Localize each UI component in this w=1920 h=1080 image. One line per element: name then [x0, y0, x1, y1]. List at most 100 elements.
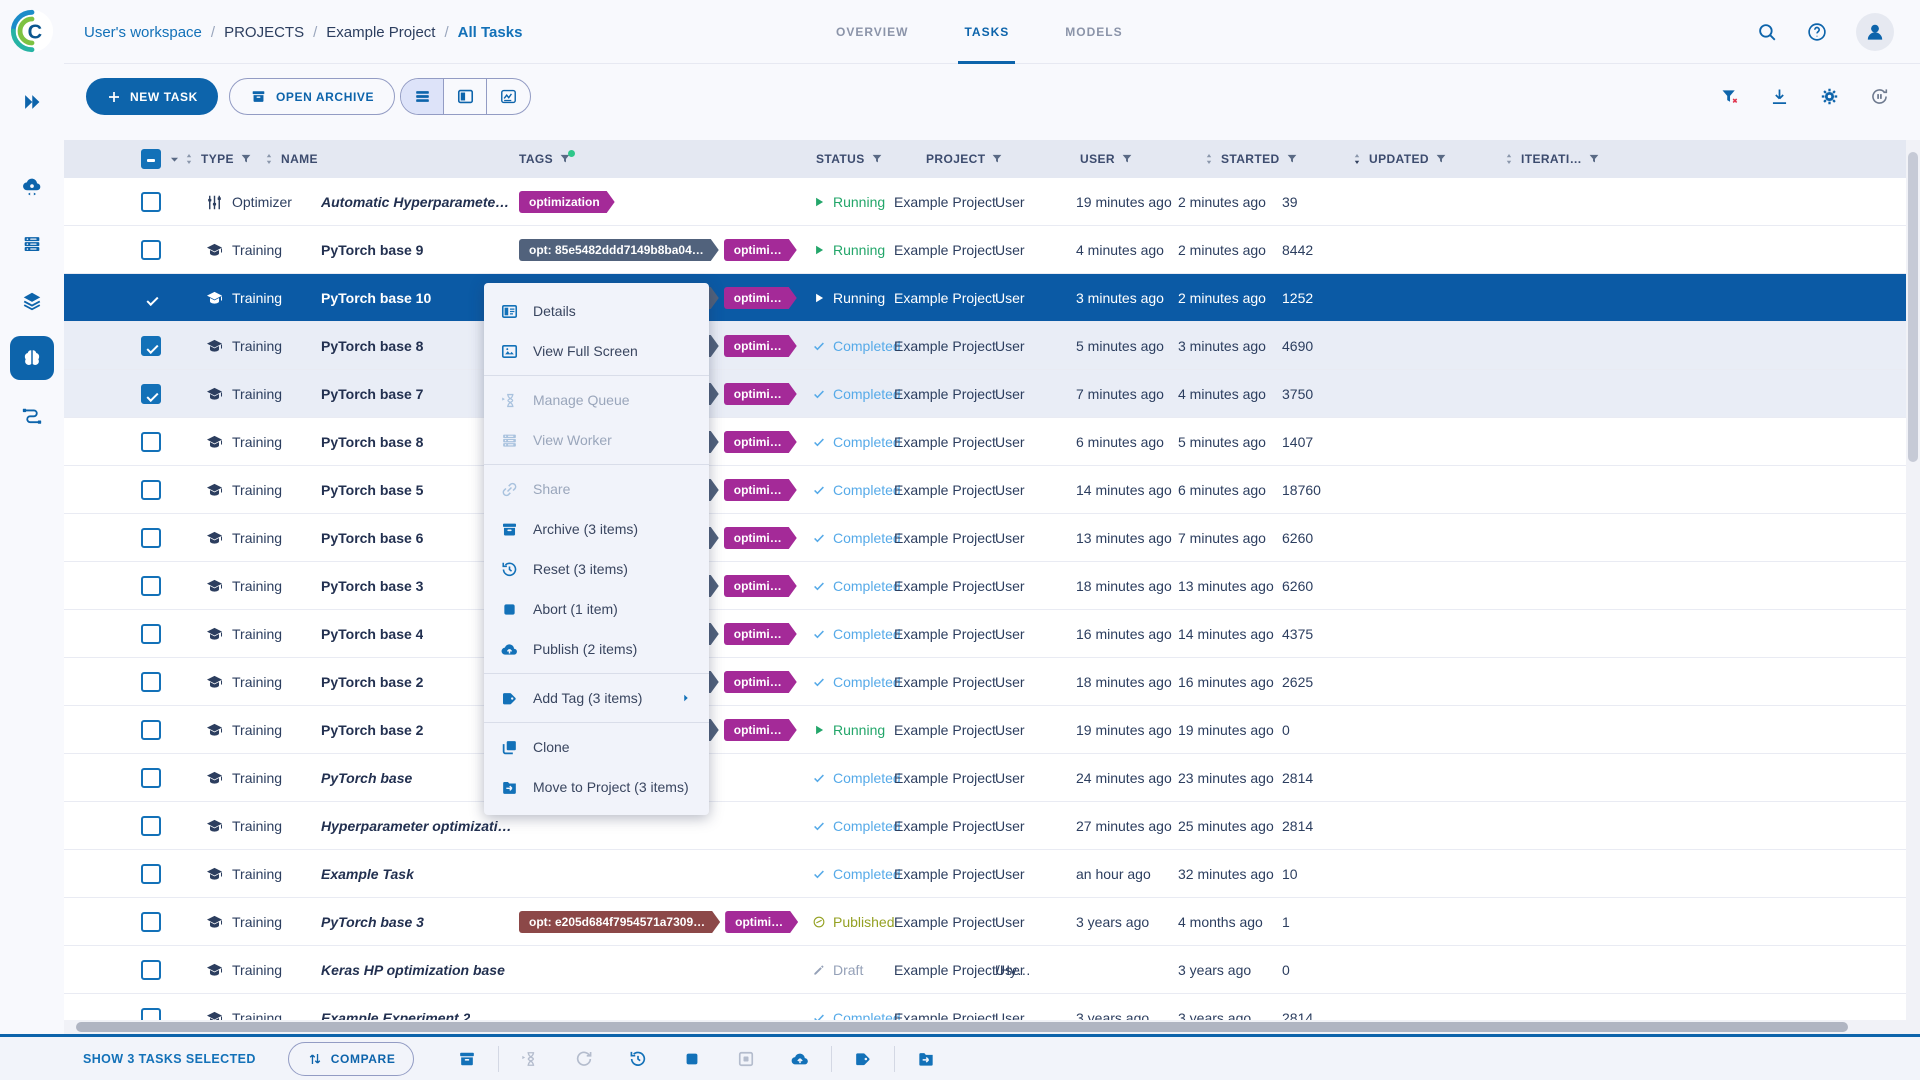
row-checkbox[interactable] [141, 816, 161, 836]
table-row[interactable]: Training Example Experiment 2 Completed Exa… [64, 994, 1920, 1020]
footer-action-move-to-project[interactable] [899, 1049, 953, 1069]
cell-task-name[interactable]: Automatic Hyperparamete… [321, 178, 509, 226]
cell-task-name[interactable]: PyTorch base 7 [321, 370, 423, 418]
cell-task-name[interactable]: Example Task [321, 850, 414, 898]
avatar[interactable] [1856, 13, 1894, 51]
sort-icon[interactable] [1350, 152, 1364, 166]
table-row[interactable]: Optimizer Automatic Hyperparamete… optimiz… [64, 178, 1920, 226]
table-row[interactable]: TrainingPyTorch base 8opt: 85e5482ddd714… [64, 418, 1920, 466]
breadcrumb-item[interactable]: User's workspace [84, 24, 202, 41]
footer-action-reset[interactable] [611, 1049, 665, 1069]
cell-task-name[interactable]: PyTorch base 3 [321, 898, 424, 946]
horizontal-scrollbar[interactable] [64, 1020, 1920, 1034]
row-checkbox[interactable] [141, 384, 161, 404]
row-checkbox[interactable] [141, 480, 161, 500]
cell-task-name[interactable]: PyTorch base 2 [321, 658, 423, 706]
cell-task-name[interactable]: PyTorch base 2 [321, 706, 423, 754]
cell-task-name[interactable]: PyTorch base 3 [321, 562, 423, 610]
footer-action-abort[interactable] [665, 1049, 719, 1069]
menu-item-publish-2-items[interactable]: Publish (2 items) [484, 629, 709, 669]
cell-task-name[interactable]: PyTorch base 4 [321, 610, 423, 658]
auto-refresh-icon[interactable] [1869, 86, 1890, 107]
filter-icon[interactable] [870, 152, 884, 166]
row-checkbox[interactable] [141, 576, 161, 596]
chart-view-button[interactable] [487, 79, 530, 114]
sidebar-item-datasets[interactable] [10, 279, 54, 323]
sort-icon[interactable] [182, 152, 196, 166]
sidebar-item-deploy[interactable] [10, 165, 54, 209]
search-icon[interactable] [1756, 21, 1778, 43]
cell-task-name[interactable]: PyTorch base 9 [321, 226, 423, 274]
sidebar-item-expand[interactable] [10, 80, 54, 124]
breadcrumb-item[interactable]: PROJECTS [224, 24, 304, 41]
menu-item-clone[interactable]: Clone [484, 727, 709, 767]
filter-icon[interactable] [990, 152, 1004, 166]
table-row[interactable]: TrainingPyTorch base 6opt: 85e5482ddd714… [64, 514, 1920, 562]
row-checkbox[interactable] [141, 192, 161, 212]
row-checkbox[interactable] [141, 912, 161, 932]
table-row[interactable]: TrainingPyTorch base 7opt: 85e5482ddd714… [64, 370, 1920, 418]
breadcrumb-item[interactable]: Example Project [326, 24, 435, 41]
table-row[interactable]: Training Keras HP optimization base Draft E… [64, 946, 1920, 994]
column-label-name[interactable]: NAME [281, 152, 318, 166]
menu-item-add-tag-3-items[interactable]: Add Tag (3 items) [484, 678, 709, 718]
sidebar-item-workers[interactable] [10, 222, 54, 266]
row-checkbox[interactable] [141, 432, 161, 452]
column-label-started[interactable]: STARTED [1221, 152, 1280, 166]
table-row[interactable]: TrainingPyTorch base 10opt: 85e5482ddd71… [64, 274, 1920, 322]
table-view-button[interactable] [401, 79, 444, 114]
filter-icon[interactable] [558, 150, 576, 166]
settings-icon[interactable] [1819, 86, 1840, 107]
row-checkbox[interactable] [141, 864, 161, 884]
menu-item-abort-1-item[interactable]: Abort (1 item) [484, 589, 709, 629]
tab-tasks[interactable]: TASKS [958, 0, 1016, 64]
table-row[interactable]: TrainingPyTorch base 5opt: 85e5482ddd714… [64, 466, 1920, 514]
table-row[interactable]: TrainingPyTorch base 8opt: 85e5482ddd714… [64, 322, 1920, 370]
table-row[interactable]: Training PyTorch base 9 opt: 85e5482ddd714… [64, 226, 1920, 274]
table-row[interactable]: Training Example Task Completed Example Pro… [64, 850, 1920, 898]
filter-icon[interactable] [1587, 152, 1601, 166]
table-row[interactable]: TrainingPyTorch base 2opt: 85e5482ddd714… [64, 706, 1920, 754]
sidebar-item-pipelines[interactable] [10, 393, 54, 437]
table-row[interactable]: TrainingPyTorch baseoptimizationComplete… [64, 754, 1920, 802]
menu-item-reset-3-items[interactable]: Reset (3 items) [484, 549, 709, 589]
menu-item-archive-3-items[interactable]: Archive (3 items) [484, 509, 709, 549]
horizontal-scrollbar-thumb[interactable] [76, 1022, 1848, 1032]
table-row[interactable]: TrainingPyTorch base 2opt: 85e5482ddd714… [64, 658, 1920, 706]
selection-menu-caret-icon[interactable] [166, 151, 183, 168]
split-view-button[interactable] [444, 79, 487, 114]
app-logo[interactable]: C [9, 8, 55, 54]
select-all-checkbox[interactable] [141, 149, 161, 169]
column-label-updated[interactable]: UPDATED [1369, 152, 1429, 166]
table-row[interactable]: TrainingPyTorch base 3opt: 85e5482ddd714… [64, 562, 1920, 610]
column-label-type[interactable]: TYPE [201, 152, 234, 166]
menu-item-details[interactable]: Details [484, 291, 709, 331]
table-row[interactable]: Training Hyperparameter optimizati… Comple… [64, 802, 1920, 850]
column-label-iter[interactable]: ITERATI… [1521, 152, 1582, 166]
open-archive-button[interactable]: OPEN ARCHIVE [229, 78, 396, 115]
sort-icon[interactable] [262, 152, 276, 166]
menu-item-move-to-project-3-items[interactable]: Move to Project (3 items) [484, 767, 709, 807]
filter-icon[interactable] [1434, 152, 1448, 166]
new-task-button[interactable]: NEW TASK [86, 78, 218, 115]
cell-task-name[interactable]: PyTorch base 8 [321, 418, 423, 466]
cell-task-name[interactable]: PyTorch base [321, 754, 412, 802]
tab-models[interactable]: MODELS [1059, 0, 1128, 64]
row-checkbox[interactable] [141, 336, 161, 356]
footer-action-add-tag[interactable] [836, 1049, 890, 1069]
sidebar-item-projects[interactable] [10, 336, 54, 380]
help-icon[interactable] [1806, 21, 1828, 43]
vertical-scrollbar[interactable] [1906, 140, 1920, 1020]
filter-icon[interactable] [1120, 152, 1134, 166]
filter-icon[interactable] [1285, 152, 1299, 166]
cell-task-name[interactable]: PyTorch base 6 [321, 514, 423, 562]
row-checkbox[interactable] [141, 672, 161, 692]
sort-icon[interactable] [1502, 152, 1516, 166]
row-checkbox[interactable] [141, 288, 161, 308]
footer-action-publish[interactable] [773, 1049, 827, 1069]
row-checkbox[interactable] [141, 528, 161, 548]
vertical-scrollbar-thumb[interactable] [1908, 152, 1918, 462]
row-checkbox[interactable] [141, 624, 161, 644]
cell-task-name[interactable]: PyTorch base 8 [321, 322, 423, 370]
filter-icon[interactable] [239, 152, 253, 166]
